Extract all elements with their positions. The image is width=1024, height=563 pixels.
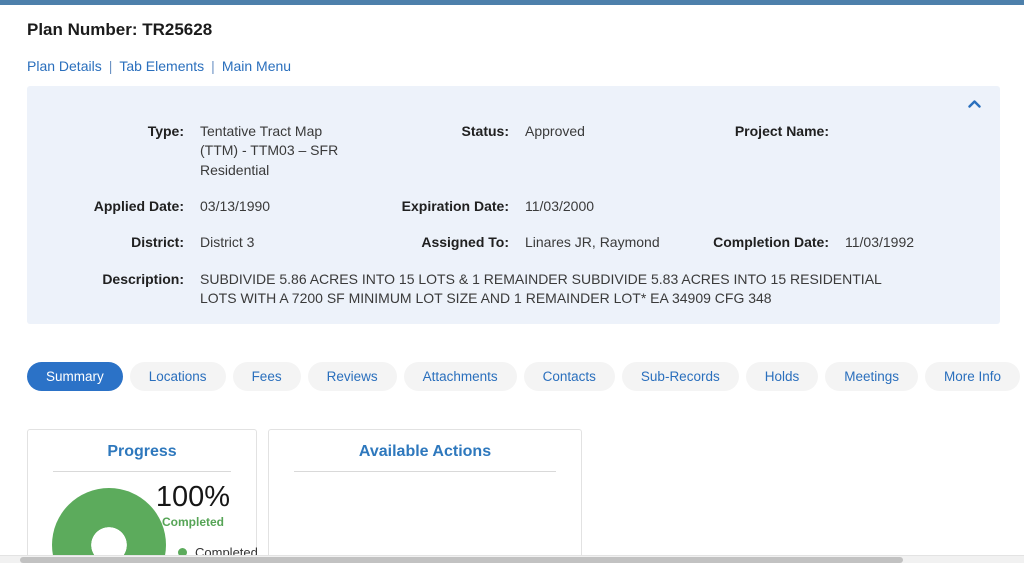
card-divider [53, 471, 231, 472]
record-tabs: Summary Locations Fees Reviews Attachmen… [27, 362, 1000, 391]
link-plan-details[interactable]: Plan Details [27, 58, 102, 74]
progress-donut-chart [52, 488, 166, 563]
link-separator: | [211, 58, 215, 74]
assigned-to-label: Assigned To: [355, 233, 525, 252]
completion-date-label: Completion Date: [670, 233, 845, 252]
status-label: Status: [355, 122, 525, 141]
progress-card-title: Progress [28, 443, 256, 461]
card-divider [294, 471, 556, 472]
description-value: SUBDIVIDE 5.86 ACRES INTO 15 LOTS & 1 RE… [200, 270, 1000, 309]
assigned-to-value: Linares JR, Raymond [525, 233, 670, 252]
expiration-date-label: Expiration Date: [355, 197, 525, 216]
expiration-date-value: 11/03/2000 [525, 197, 670, 216]
tab-meetings[interactable]: Meetings [825, 362, 918, 391]
tab-summary[interactable]: Summary [27, 362, 123, 391]
link-separator: | [109, 58, 113, 74]
page-title: Plan Number: TR25628 [27, 20, 1000, 40]
available-actions-title: Available Actions [269, 443, 581, 461]
tab-contacts[interactable]: Contacts [524, 362, 615, 391]
applied-date-label: Applied Date: [27, 197, 200, 216]
summary-cards: Progress 100% Completed Completed Availa… [27, 429, 1000, 563]
link-main-menu[interactable]: Main Menu [222, 58, 291, 74]
breadcrumb: Plan Details | Tab Elements | Main Menu [27, 58, 1000, 74]
type-label: Type: [27, 122, 200, 141]
status-value: Approved [525, 122, 670, 141]
applied-date-value: 03/13/1990 [200, 197, 355, 216]
progress-percent-block: 100% Completed [150, 483, 236, 529]
collapse-panel-button[interactable] [964, 95, 984, 111]
tab-more-info[interactable]: More Info [925, 362, 1020, 391]
available-actions-card: Available Actions [268, 429, 582, 563]
tab-holds[interactable]: Holds [746, 362, 819, 391]
project-name-label: Project Name: [670, 122, 845, 141]
description-label: Description: [27, 270, 200, 289]
district-label: District: [27, 233, 200, 252]
tab-sub-records[interactable]: Sub-Records [622, 362, 739, 391]
progress-percent-caption: Completed [150, 515, 236, 529]
completion-date-value: 11/03/1992 [845, 233, 1000, 252]
horizontal-scrollbar[interactable] [0, 555, 1024, 563]
link-tab-elements[interactable]: Tab Elements [119, 58, 204, 74]
plan-details-panel: Type: Tentative Tract Map (TTM) - TTM03 … [27, 86, 1000, 324]
tab-attachments[interactable]: Attachments [404, 362, 517, 391]
tab-reviews[interactable]: Reviews [308, 362, 397, 391]
progress-card: Progress 100% Completed Completed [27, 429, 257, 563]
district-value: District 3 [200, 233, 355, 252]
top-accent-bar [0, 0, 1024, 5]
plan-fields: Type: Tentative Tract Map (TTM) - TTM03 … [27, 122, 1000, 308]
horizontal-scrollbar-thumb[interactable] [20, 557, 903, 563]
tab-fees[interactable]: Fees [233, 362, 301, 391]
tab-locations[interactable]: Locations [130, 362, 226, 391]
progress-percent: 100% [150, 483, 236, 512]
chevron-up-icon [968, 96, 981, 111]
type-value: Tentative Tract Map (TTM) - TTM03 – SFR … [200, 122, 355, 180]
